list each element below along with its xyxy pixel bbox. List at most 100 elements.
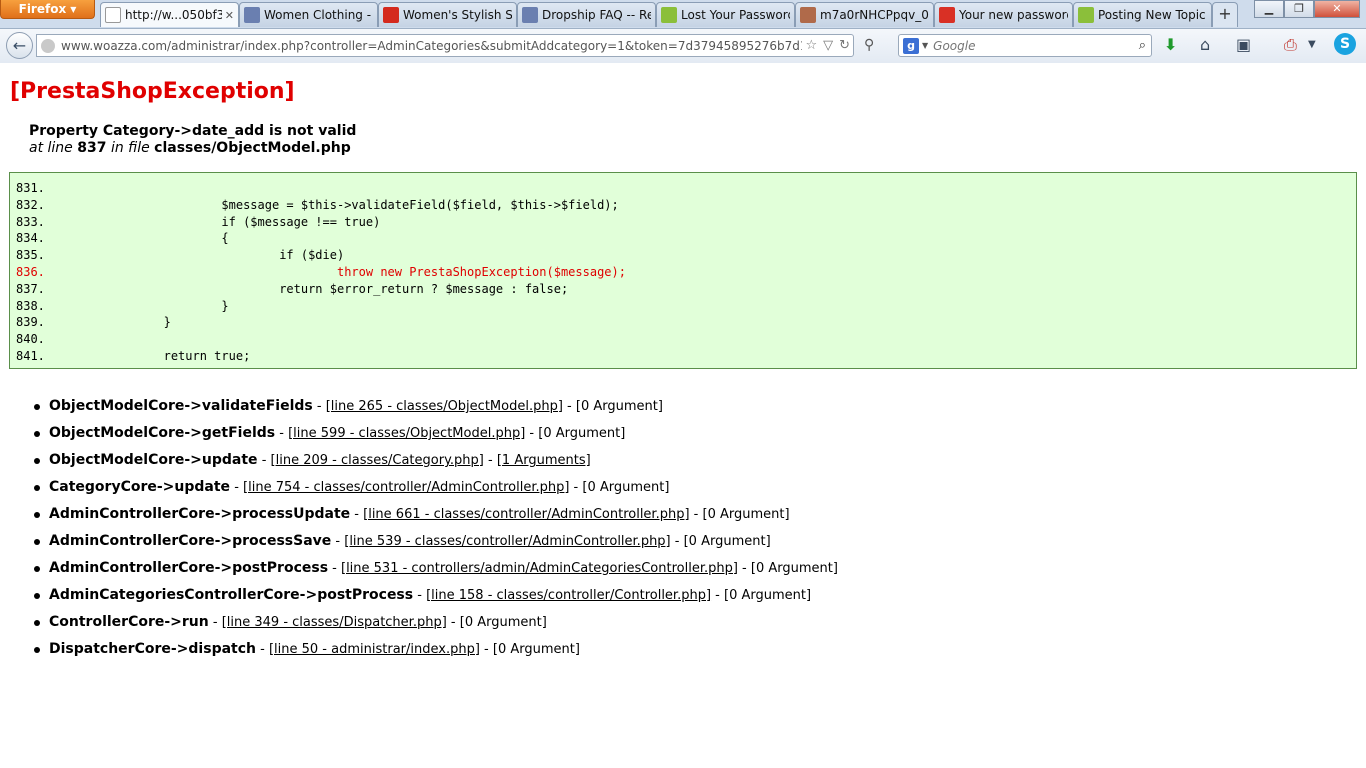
browser-tab[interactable]: m7a0rNHCPpqv_0... <box>795 2 934 27</box>
trace-item: AdminCategoriesControllerCore->postProce… <box>32 587 838 614</box>
red-circle-icon <box>383 7 399 23</box>
bookmarks-icon[interactable]: ▣ <box>1236 35 1251 54</box>
restore-button[interactable]: ❐ <box>1284 0 1314 18</box>
back-arrow-icon: ← <box>12 36 27 55</box>
bullet-icon <box>34 539 40 545</box>
location-line: 837 <box>77 140 107 156</box>
search-bar[interactable]: g ▼ ⌕ <box>898 34 1152 57</box>
trace-file-link[interactable]: [line 754 - classes/controller/AdminCont… <box>243 480 569 495</box>
bookmark-star-icon[interactable]: ☆ <box>805 38 817 53</box>
search-icon[interactable]: ⌕ <box>1139 38 1146 53</box>
code-text: { <box>48 231 229 246</box>
minimize-button[interactable]: ▁ <box>1254 0 1284 18</box>
bullet-icon <box>34 593 40 599</box>
bullet-icon <box>34 458 40 464</box>
prestashop-icon <box>1078 7 1094 23</box>
code-line-error: 836. throw new PrestaShopException($mess… <box>16 264 1356 281</box>
addon-icon[interactable]: ⚲ <box>864 37 874 53</box>
bullet-icon <box>34 404 40 410</box>
bullet-icon <box>34 620 40 626</box>
menu-chevron-icon[interactable]: ▼ <box>1308 39 1316 50</box>
trace-file-link[interactable]: [line 265 - classes/ObjectModel.php] <box>326 399 563 414</box>
bullet-icon <box>34 485 40 491</box>
bullet-icon <box>34 431 40 437</box>
trace-file-link[interactable]: [line 661 - classes/controller/AdminCont… <box>363 507 689 522</box>
trace-item: AdminControllerCore->processSave - [line… <box>32 533 838 560</box>
browser-tab[interactable]: Women's Stylish Su... <box>378 2 517 27</box>
trace-file-link[interactable]: [line 539 - classes/controller/AdminCont… <box>344 534 670 549</box>
trace-function: ObjectModelCore->update <box>49 452 258 468</box>
trace-function: ObjectModelCore->validateFields <box>49 398 313 414</box>
browser-tab[interactable]: Posting New Topic ... <box>1073 2 1212 27</box>
trace-file-link[interactable]: [line 599 - classes/ObjectModel.php] <box>288 426 525 441</box>
tab-label: Your new password... <box>959 8 1068 22</box>
trace-arguments[interactable]: [1 Arguments] <box>497 453 591 468</box>
line-number: 839. <box>16 315 45 330</box>
code-text: } <box>48 315 171 330</box>
code-line: 839. } <box>16 314 1356 331</box>
code-line: 832. $message = $this->validateField($fi… <box>16 197 1356 214</box>
home-icon[interactable]: ⌂ <box>1200 35 1210 54</box>
code-snippet: 831. 832. $message = $this->validateField… <box>9 172 1357 369</box>
browser-tab[interactable]: Dropship FAQ -- Re... <box>517 2 656 27</box>
stack-trace: ObjectModelCore->validateFields - [line … <box>32 398 838 668</box>
browser-tab[interactable]: Your new password... <box>934 2 1073 27</box>
code-line: 835. if ($die) <box>16 247 1356 264</box>
close-window-button[interactable]: ✕ <box>1314 0 1360 18</box>
skype-icon[interactable]: S <box>1334 33 1356 55</box>
download-icon[interactable]: ⬇ <box>1164 35 1177 54</box>
line-number: 838. <box>16 298 45 313</box>
search-input[interactable] <box>933 38 1139 53</box>
line-number: 834. <box>16 231 45 246</box>
trace-file-link[interactable]: [line 531 - controllers/admin/AdminCateg… <box>341 561 738 576</box>
bullet-icon <box>34 512 40 518</box>
engine-dropdown-icon[interactable]: ▼ <box>922 41 928 50</box>
tab-label: Lost Your Password... <box>681 8 790 22</box>
tab-label: http://w...050bf38 <box>125 8 222 22</box>
line-number: 833. <box>16 214 45 229</box>
prestashop-icon <box>661 7 677 23</box>
new-tab-button[interactable]: + <box>1212 2 1238 27</box>
code-line: 831. <box>16 180 1356 197</box>
trace-function: AdminControllerCore->postProcess <box>49 560 329 576</box>
trace-function: CategoryCore->update <box>49 479 231 495</box>
trace-function: DispatcherCore->dispatch <box>49 641 256 657</box>
url-text[interactable]: www.woazza.com/administrar/index.php?con… <box>61 39 802 53</box>
line-number: 837. <box>16 281 45 296</box>
close-tab-icon[interactable]: ✕ <box>225 9 234 22</box>
location-middle: in file <box>110 140 150 156</box>
bullet-icon <box>34 647 40 653</box>
trace-arguments: [0 Argument] <box>683 534 771 549</box>
error-summary: Property Category->date_add is not valid… <box>29 123 356 157</box>
trace-file-link[interactable]: [line 349 - classes/Dispatcher.php] <box>222 615 447 630</box>
trace-file-link[interactable]: [line 158 - classes/controller/Controlle… <box>426 588 711 603</box>
trace-arguments: [0 Argument] <box>459 615 547 630</box>
url-bar[interactable]: www.woazza.com/administrar/index.php?con… <box>36 34 854 57</box>
navigation-toolbar: ← www.woazza.com/administrar/index.php?c… <box>0 28 1366 63</box>
image-icon <box>800 7 816 23</box>
code-text: $message = $this->validateField($field, … <box>48 197 619 212</box>
google-engine-icon[interactable]: g <box>903 37 919 54</box>
error-location: at line 837 in file classes/ObjectModel.… <box>29 140 356 157</box>
back-button[interactable]: ← <box>6 32 33 59</box>
trace-item: ObjectModelCore->getFields - [line 599 -… <box>32 425 838 452</box>
browser-tab[interactable]: Lost Your Password... <box>656 2 795 27</box>
trace-file-link[interactable]: [line 50 - administrar/index.php] <box>269 642 480 657</box>
reload-icon[interactable]: ↻ <box>839 38 850 53</box>
history-dropdown-icon[interactable]: ▽ <box>823 38 833 53</box>
code-text: return true; <box>48 348 251 363</box>
error-message: Property Category->date_add is not valid <box>29 123 357 139</box>
pdf-icon[interactable]: ⎙ <box>1284 35 1297 55</box>
trace-item: ObjectModelCore->validateFields - [line … <box>32 398 838 425</box>
firefox-menu-button[interactable]: Firefox ▼ <box>0 0 95 19</box>
trace-item: ControllerCore->run - [line 349 - classe… <box>32 614 838 641</box>
browser-tab[interactable]: http://w...050bf38 ✕ <box>100 2 239 27</box>
trace-file-link[interactable]: [line 209 - classes/Category.php] <box>271 453 484 468</box>
trace-function: ObjectModelCore->getFields <box>49 425 276 441</box>
code-text: return $error_return ? $message : false; <box>48 281 569 296</box>
trace-item: AdminControllerCore->processUpdate - [li… <box>32 506 838 533</box>
trace-item: CategoryCore->update - [line 754 - class… <box>32 479 838 506</box>
exception-title: [PrestaShopException] <box>10 79 295 104</box>
browser-tab[interactable]: Women Clothing - ... <box>239 2 378 27</box>
tab-label: m7a0rNHCPpqv_0... <box>820 8 929 22</box>
